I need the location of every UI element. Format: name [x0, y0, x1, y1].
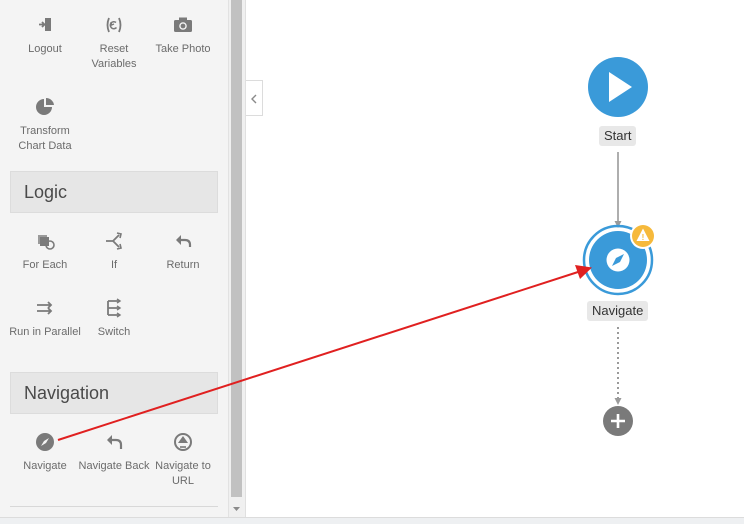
warning-badge[interactable]: !: [630, 223, 656, 249]
connector-arrowhead: [614, 398, 622, 405]
warning-mark: !: [642, 233, 645, 242]
flow-canvas: !: [57, 57, 656, 441]
navigate-node-label: Navigate: [587, 301, 649, 321]
compass-icon: [606, 248, 630, 272]
app-window: Logout Reset Variables Take Photo Transf…: [0, 0, 744, 524]
bottom-status-strip: [0, 517, 744, 524]
start-node[interactable]: [588, 57, 648, 117]
annotation-arrow: [57, 265, 592, 441]
add-node-button[interactable]: [603, 406, 633, 436]
start-node-label: Start: [599, 126, 637, 146]
